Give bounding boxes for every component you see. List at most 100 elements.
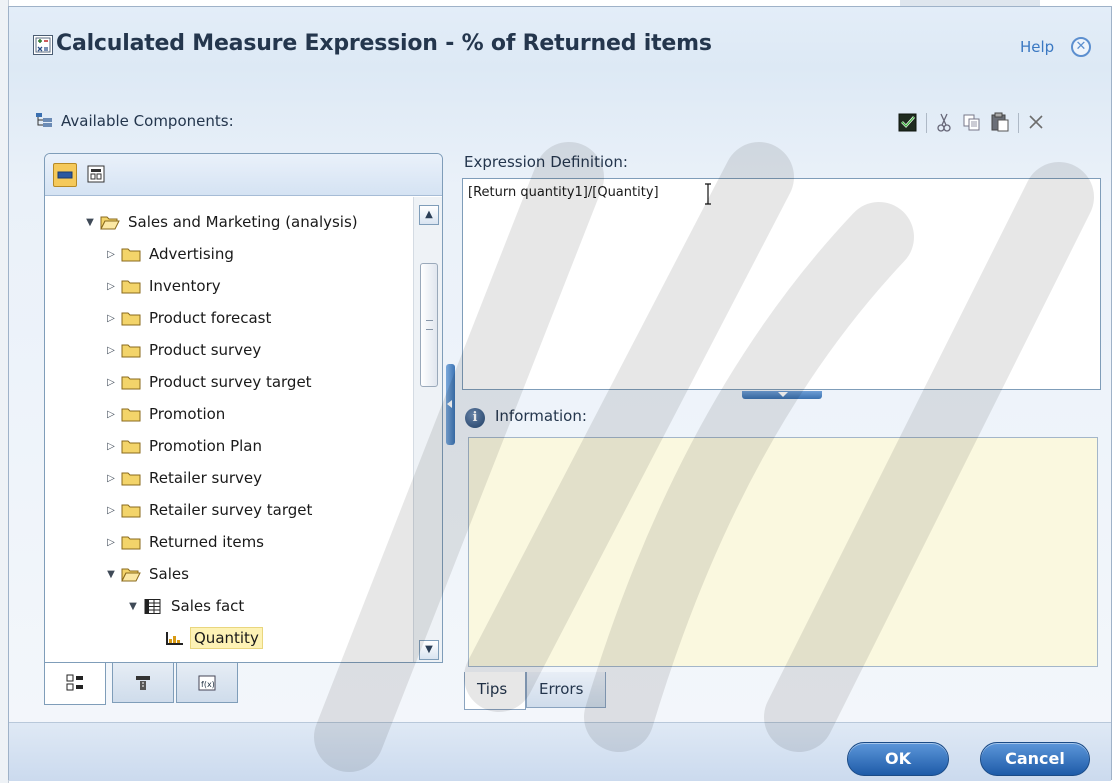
delete-icon[interactable] [1025, 111, 1047, 133]
tab-operators[interactable]: f(x) [176, 663, 238, 703]
information-panel [468, 437, 1098, 667]
components-tree-panel: ▼ Sales and Marketing (analysis) ▷ Advertis… [44, 153, 443, 663]
tab-errors[interactable]: Errors [526, 672, 606, 708]
tree-item[interactable]: ▷ Product survey target [101, 367, 315, 397]
expression-definition-label: Expression Definition: [464, 153, 628, 171]
folder-icon [121, 407, 141, 422]
copy-icon[interactable] [961, 111, 983, 133]
cancel-button[interactable]: Cancel [980, 742, 1090, 776]
tree-item-label: Promotion [149, 405, 226, 423]
tree-item[interactable]: ▷ Product survey [101, 335, 264, 365]
tree-item-label: Sales fact [171, 597, 245, 615]
folder-icon [121, 471, 141, 486]
close-button[interactable]: ✕ [1071, 37, 1091, 57]
folder-icon [121, 375, 141, 390]
dialog-title: Calculated Measure Expression - % of Ret… [56, 31, 712, 56]
tree-item[interactable]: ▷ Advertising [101, 239, 237, 269]
info-icon: i [465, 408, 485, 428]
toolbar-separator [926, 113, 927, 133]
expand-arrow-down-icon[interactable]: ▼ [123, 601, 143, 612]
validate-check-icon[interactable] [897, 111, 919, 133]
tree-item-label: Returned items [149, 533, 264, 551]
properties-icon [87, 165, 105, 183]
expand-arrow-down-icon[interactable]: ▼ [80, 217, 100, 228]
expand-arrow-right-icon[interactable]: ▷ [101, 377, 121, 388]
tree-item-label: Advertising [149, 245, 234, 263]
expression-text: [Return quantity1]/[Quantity] [468, 185, 659, 200]
tree-item-label: Product survey [149, 341, 262, 359]
folder-icon [121, 535, 141, 550]
panel-splitter-handle[interactable] [446, 364, 455, 445]
available-components-label: Available Components: [61, 112, 234, 130]
tree-item-label: Promotion Plan [149, 437, 262, 455]
tree-panel-header [45, 154, 442, 196]
editor-splitter-handle[interactable] [742, 391, 822, 399]
tree-item-label: Product survey target [149, 373, 312, 391]
folder-icon [121, 311, 141, 326]
expand-arrow-right-icon[interactable]: ▷ [101, 249, 121, 260]
tree-item[interactable]: ▷ Retailer survey [101, 463, 265, 493]
minimize-icon [57, 171, 73, 179]
expand-arrow-right-icon[interactable]: ▷ [101, 505, 121, 516]
dialog-footer: OK Cancel [9, 722, 1111, 781]
tab-tips[interactable]: Tips [464, 672, 526, 710]
tree-item[interactable]: ▷ Retailer survey target [101, 495, 315, 525]
tree-item[interactable]: ▷ Returned items [101, 527, 267, 557]
components-tree: ▼ Sales and Marketing (analysis) ▷ Advertis… [45, 197, 413, 662]
tree-item[interactable]: ▷ Product forecast [101, 303, 274, 333]
folder-icon [121, 247, 141, 262]
tree-item[interactable]: ▷ Promotion [101, 399, 228, 429]
scroll-up-arrow-icon[interactable]: ▲ [419, 205, 439, 225]
data-objects-icon [65, 673, 85, 693]
help-link[interactable]: Help [1020, 38, 1054, 56]
tree-item-label: Inventory [149, 277, 221, 295]
expand-arrow-right-icon[interactable]: ▷ [101, 409, 121, 420]
calculator-icon [33, 35, 53, 55]
folder-icon [121, 503, 141, 518]
expand-arrow-right-icon[interactable]: ▷ [101, 345, 121, 356]
measure-icon [165, 631, 185, 646]
expression-editor[interactable]: [Return quantity1]/[Quantity] [462, 178, 1101, 390]
tree-item[interactable]: ▼ Sales [101, 559, 192, 589]
show-properties-button[interactable] [85, 163, 109, 187]
tree-scrollbar[interactable]: ▲ ▼ [413, 197, 442, 662]
tab-functions[interactable] [112, 663, 174, 703]
expand-arrow-right-icon[interactable]: ▷ [101, 281, 121, 292]
tree-item[interactable]: ▷ Inventory [101, 271, 224, 301]
folder-open-icon [100, 215, 120, 230]
expand-arrow-right-icon[interactable]: ▷ [101, 537, 121, 548]
components-tabs: f(x) [44, 663, 254, 707]
expand-arrow-down-icon[interactable]: ▼ [101, 569, 121, 580]
scrollbar-thumb[interactable] [420, 263, 438, 387]
tree-item-label: Retailer survey target [149, 501, 313, 519]
collapse-panel-button[interactable] [53, 163, 77, 187]
folder-icon [121, 343, 141, 358]
functions-icon [133, 673, 153, 693]
expand-arrow-right-icon[interactable]: ▷ [101, 473, 121, 484]
expand-arrow-right-icon[interactable]: ▷ [101, 313, 121, 324]
operators-icon: f(x) [197, 673, 217, 693]
tree-item-label: Product forecast [149, 309, 272, 327]
svg-text:f(x): f(x) [201, 680, 215, 689]
tree-item[interactable]: ▼ Sales fact [123, 591, 247, 621]
ok-button[interactable]: OK [847, 742, 949, 776]
expand-arrow-right-icon[interactable]: ▷ [101, 441, 121, 452]
expression-toolbar [897, 111, 1097, 135]
scroll-down-arrow-icon[interactable]: ▼ [419, 640, 439, 660]
fact-table-icon [143, 598, 163, 614]
tree-structure-icon [36, 113, 52, 127]
folder-open-icon [121, 567, 141, 582]
information-label: Information: [495, 407, 587, 425]
text-cursor-icon [705, 183, 711, 205]
calculated-measure-dialog: Calculated Measure Expression - % of Ret… [8, 6, 1112, 781]
tab-data-objects[interactable] [44, 663, 106, 705]
folder-icon [121, 279, 141, 294]
tree-item[interactable]: ▼ Sales and Marketing (analysis) [80, 207, 361, 237]
tree-item[interactable]: ▷ Promotion Plan [101, 431, 265, 461]
cut-icon[interactable] [933, 111, 955, 133]
tree-item[interactable]: Quantity [145, 623, 263, 653]
paste-icon[interactable] [989, 111, 1011, 133]
dialog-title-bar: Calculated Measure Expression - % of Ret… [9, 7, 1111, 79]
tree-item-label: Sales [149, 565, 189, 583]
toolbar-separator [1018, 113, 1019, 133]
